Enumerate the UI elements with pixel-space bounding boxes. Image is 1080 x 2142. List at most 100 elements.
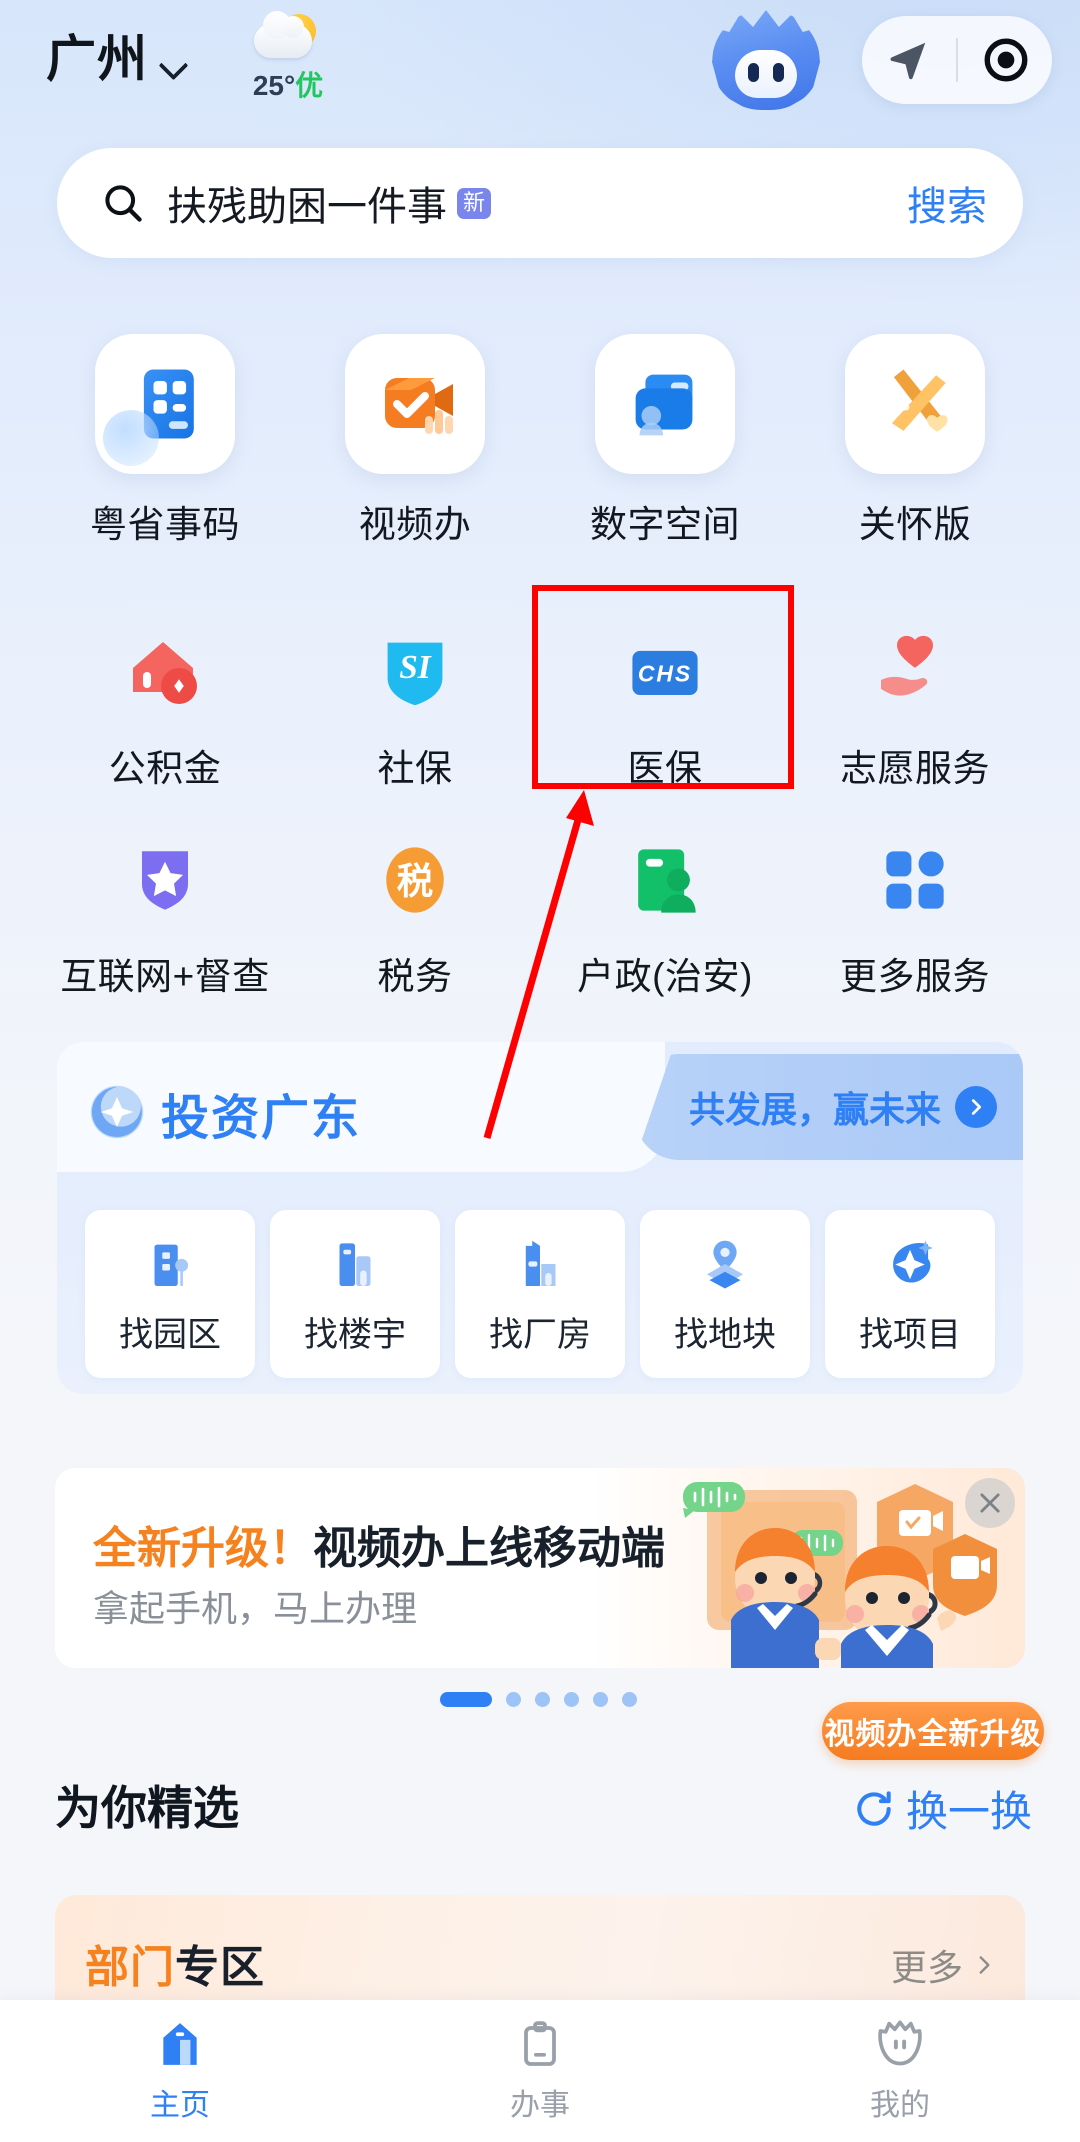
promo-close-button[interactable] bbox=[965, 1478, 1015, 1528]
carousel-dot[interactable] bbox=[564, 1692, 579, 1707]
invest-item-label: 找厂房 bbox=[489, 1315, 591, 1354]
carousel-dots[interactable] bbox=[440, 1692, 637, 1707]
grid-item-video-service[interactable]: 视频办 bbox=[290, 330, 540, 548]
chevron-right-icon bbox=[979, 1956, 990, 1974]
carousel-dot[interactable] bbox=[535, 1692, 550, 1707]
grid-item-internet-supervision[interactable]: 互联网+督查 bbox=[40, 802, 290, 1020]
heart-in-hand-icon bbox=[881, 635, 933, 696]
refresh-icon bbox=[857, 1790, 891, 1826]
grid-item-digital-space[interactable]: 数字空间 bbox=[540, 330, 790, 548]
grid-item-label: 医保 bbox=[627, 748, 703, 789]
icon-container bbox=[863, 828, 967, 932]
svg-text:CHS: CHS bbox=[638, 661, 692, 687]
icon-container bbox=[863, 620, 967, 724]
nav-item-profile[interactable]: 我的 bbox=[720, 2016, 1080, 2124]
icon-container bbox=[113, 620, 217, 724]
grid-item-label: 关怀版 bbox=[858, 504, 972, 545]
scan-button[interactable] bbox=[960, 16, 1052, 104]
nav-item-label: 我的 bbox=[870, 2089, 930, 2122]
invest-guangdong-card[interactable]: 投资广东 共发展，赢未来 找园区 找楼宇 找厂房 找地块 找项目 bbox=[57, 1042, 1023, 1394]
grid-item-volunteer-service[interactable]: 志愿服务 bbox=[790, 594, 1040, 812]
mascot-avatar-icon[interactable] bbox=[712, 6, 820, 114]
grid-item-label: 志愿服务 bbox=[840, 748, 990, 789]
department-more-button[interactable]: 更多 bbox=[891, 1939, 997, 1991]
invest-item-park[interactable]: 找园区 bbox=[85, 1210, 255, 1378]
sun-behind-cloud-icon bbox=[252, 11, 324, 62]
project-spark-icon bbox=[893, 1240, 933, 1283]
featured-refresh-button[interactable]: 换一换 bbox=[852, 1778, 1032, 1839]
weather-text: 25°优 bbox=[253, 64, 323, 104]
grid-item-medical-insurance[interactable]: CHS 医保 bbox=[540, 594, 790, 812]
icon-container bbox=[152, 2016, 208, 2072]
temperature-value: 25° bbox=[252, 70, 296, 101]
invest-item-building[interactable]: 找楼宇 bbox=[270, 1210, 440, 1378]
chevron-right-icon bbox=[955, 1086, 997, 1128]
carousel-dot[interactable] bbox=[622, 1692, 637, 1707]
invest-item-label: 找地块 bbox=[674, 1315, 776, 1354]
house-coin-icon bbox=[133, 642, 197, 704]
search-bar[interactable]: 扶残助困一件事 新 搜索 bbox=[57, 148, 1023, 258]
invest-item-project[interactable]: 找项目 bbox=[825, 1210, 995, 1378]
icon-container bbox=[872, 2016, 928, 2072]
service-grid-row-3: 互联网+督查 税 税务 户政(治安) 更多服务 bbox=[40, 802, 1040, 1020]
grid-item-housing-fund[interactable]: 公积金 bbox=[40, 594, 290, 812]
grid-item-label: 数字空间 bbox=[590, 504, 740, 545]
search-input[interactable]: 扶残助困一件事 新 bbox=[167, 174, 907, 232]
invest-item-label: 找园区 bbox=[119, 1315, 221, 1354]
video-check-icon bbox=[345, 334, 485, 474]
service-grid-row-2: 公积金 SI 社保 CHS 医保 志愿服务 bbox=[40, 594, 1040, 812]
carousel-dot[interactable] bbox=[506, 1692, 521, 1707]
locate-button[interactable] bbox=[862, 16, 954, 104]
icon-container bbox=[113, 828, 217, 932]
grid-item-label: 更多服务 bbox=[840, 956, 990, 997]
department-zone-card[interactable]: 部门专区 更多 bbox=[55, 1895, 1025, 2015]
carousel-dot-active[interactable] bbox=[440, 1692, 492, 1707]
chevron-down-icon bbox=[160, 51, 186, 77]
clipboard-icon bbox=[524, 2021, 556, 2066]
invest-swirl-icon bbox=[90, 1085, 144, 1139]
nav-item-label: 主页 bbox=[150, 2089, 210, 2122]
office-tower-icon bbox=[339, 1242, 371, 1286]
icon-container bbox=[591, 330, 739, 478]
grid-item-tax[interactable]: 税 税务 bbox=[290, 802, 540, 1020]
weather-widget[interactable]: 25°优 bbox=[228, 11, 348, 104]
promo-title-highlight: 全新升级！ bbox=[93, 1524, 313, 1573]
department-zone-title: 部门专区 bbox=[85, 1931, 265, 1995]
city-selector[interactable]: 广州 bbox=[46, 34, 186, 84]
carousel-dot[interactable] bbox=[593, 1692, 608, 1707]
app-root: 广州 25°优 扶残助困一件事 新 搜索 粤省事码 视频办 数字空间 关怀版 公… bbox=[0, 0, 1080, 2142]
grid-item-label: 视频办 bbox=[358, 504, 472, 545]
invest-item-factory[interactable]: 找厂房 bbox=[455, 1210, 625, 1378]
icon-container bbox=[841, 330, 989, 478]
dept-title-highlight: 部门 bbox=[85, 1943, 175, 1992]
grid-item-social-insurance[interactable]: SI 社保 bbox=[290, 594, 540, 812]
promo-badge-text: 视频办全新升级 bbox=[824, 1718, 1042, 1751]
si-shield-icon: SI bbox=[387, 642, 443, 706]
search-button[interactable]: 搜索 bbox=[907, 174, 987, 232]
grid-item-household-police[interactable]: 户政(治安) bbox=[540, 802, 790, 1020]
air-quality-value: 优 bbox=[295, 70, 324, 101]
svg-text:SI: SI bbox=[399, 649, 432, 686]
nav-item-home[interactable]: 主页 bbox=[0, 2016, 360, 2124]
grid-item-yuesheng-code[interactable]: 粤省事码 bbox=[40, 330, 290, 548]
invest-title: 投资广东 bbox=[161, 1092, 362, 1145]
icon-container: CHS bbox=[613, 620, 717, 724]
invest-tagline-button[interactable]: 共发展，赢未来 bbox=[634, 1054, 1023, 1160]
grid-item-more-services[interactable]: 更多服务 bbox=[790, 802, 1040, 1020]
grid-item-label: 公积金 bbox=[108, 748, 222, 789]
icon-container: 税 bbox=[363, 828, 467, 932]
search-icon bbox=[105, 185, 142, 222]
grid-item-label: 税务 bbox=[377, 956, 453, 997]
grid-item-label: 粤省事码 bbox=[90, 504, 240, 545]
app-header: 广州 25°优 bbox=[0, 0, 1080, 118]
svg-text:税: 税 bbox=[397, 860, 433, 901]
close-icon bbox=[980, 1493, 1000, 1513]
icon-container bbox=[613, 828, 717, 932]
bottom-navigation: 主页 办事 我的 bbox=[0, 2000, 1080, 2142]
park-building-icon bbox=[154, 1244, 189, 1286]
promo-banner[interactable]: 全新升级！视频办上线移动端 拿起手机，马上办理 bbox=[55, 1468, 1025, 1668]
navigation-arrow-icon bbox=[890, 42, 926, 80]
invest-item-land[interactable]: 找地块 bbox=[640, 1210, 810, 1378]
grid-item-care-version[interactable]: 关怀版 bbox=[790, 330, 1040, 548]
nav-item-services[interactable]: 办事 bbox=[360, 2016, 720, 2124]
